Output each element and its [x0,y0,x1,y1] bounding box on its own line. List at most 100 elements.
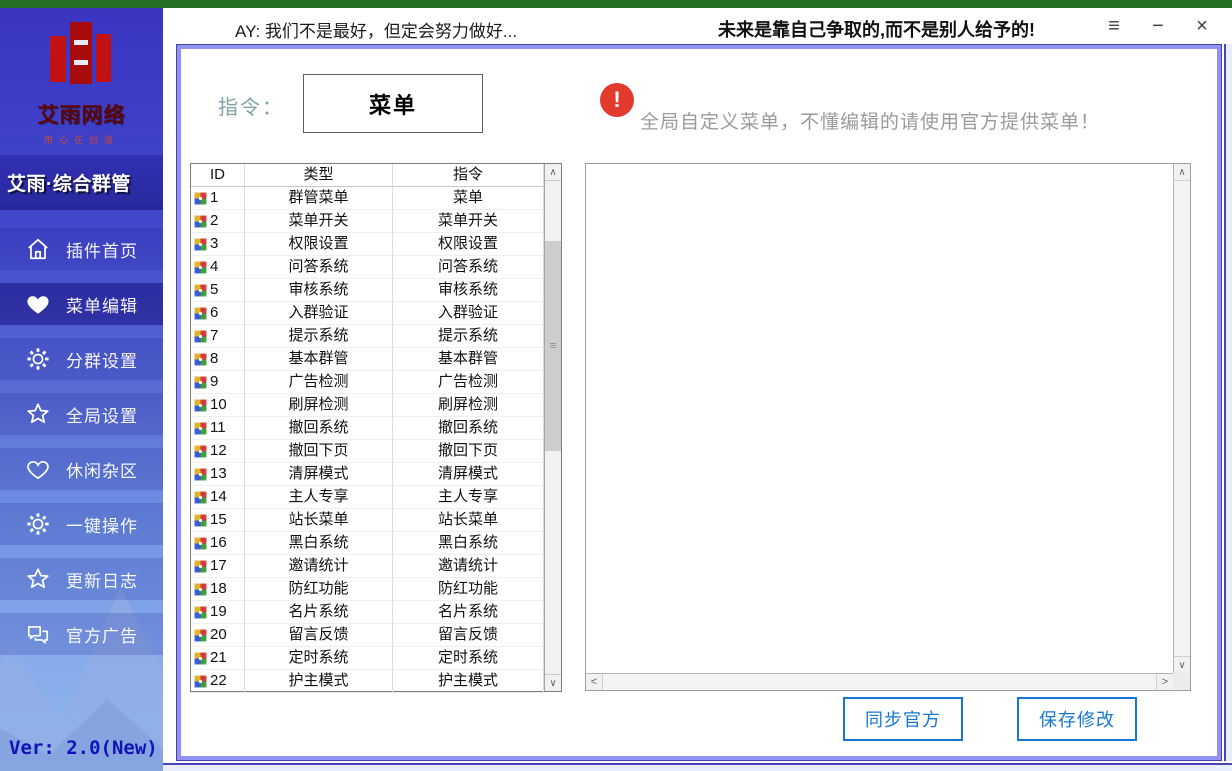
scroll-up-icon[interactable]: ∧ [545,164,561,181]
window-right-border [1222,8,1232,771]
table-row[interactable]: 20留言反馈留言反馈 [191,624,544,647]
sidebar-item-label: 全局设置 [66,402,138,427]
row-type: 权限设置 [245,233,393,256]
row-type: 刷屏检测 [245,394,393,417]
command-label: 指令： [218,91,284,120]
table-row[interactable]: 7提示系统提示系统 [191,325,544,348]
row-id-cell: 6 [191,302,245,325]
window-menu-button[interactable]: ≡ [1100,12,1128,40]
sidebar-item-一键操作[interactable]: 一键操作 [0,503,163,545]
table-row[interactable]: 12 撤回下页撤回下页 [191,440,544,463]
row-type: 问答系统 [245,256,393,279]
sidebar-item-菜单编辑[interactable]: 菜单编辑 [0,283,163,325]
sidebar-item-休闲杂区[interactable]: 休闲杂区 [0,448,163,490]
menu-editor: ∧ ∨ < > [585,163,1191,691]
editor-vertical-scrollbar[interactable]: ∧ ∨ [1173,164,1190,673]
row-command: 审核系统 [393,279,544,302]
close-button[interactable]: × [1188,12,1216,40]
row-type: 入群验证 [245,302,393,325]
table-row[interactable]: 19名片系统名片系统 [191,601,544,624]
sidebar: 艾雨网络 用心在创造 艾雨·综合群管 插件首页菜单编辑分群设置全局设置休闲杂区一… [0,8,163,771]
row-id-cell: 12 [191,440,245,463]
sidebar-item-更新日志[interactable]: 更新日志 [0,558,163,600]
scroll-down-icon[interactable]: ∨ [1174,656,1190,673]
sidebar-item-官方广告[interactable]: 官方广告 [0,613,163,655]
sync-official-button[interactable]: 同步官方 [843,697,963,741]
row-id: 16 [210,532,227,554]
table-row[interactable]: 8基本群管基本群管 [191,348,544,371]
row-id: 4 [210,256,218,278]
table-row[interactable]: 15 站长菜单站长菜单 [191,509,544,532]
table-row[interactable]: 16黑白系统黑白系统 [191,532,544,555]
row-id: 15 [210,509,227,531]
row-command: 撤回下页 [393,440,544,463]
sidebar-item-label: 休闲杂区 [66,457,138,482]
table-row[interactable]: 4 问答系统问答系统 [191,256,544,279]
table-row[interactable]: 13清屏模式清屏模式 [191,463,544,486]
row-type: 撤回下页 [245,440,393,463]
sidebar-item-分群设置[interactable]: 分群设置 [0,338,163,380]
row-command: 权限设置 [393,233,544,256]
row-command: 邀请统计 [393,555,544,578]
plugin-icon [194,192,207,205]
menu-editor-textarea[interactable] [587,165,1172,672]
scroll-down-icon[interactable]: ∨ [545,674,561,691]
table-row[interactable]: 11撤回系统撤回系统 [191,417,544,440]
row-id: 12 [210,440,227,462]
row-command: 问答系统 [393,256,544,279]
table-scrollbar-thumb[interactable]: ≡ [545,241,561,451]
table-row[interactable]: 18防红功能防红功能 [191,578,544,601]
table-header-row: ID类型指令 [191,164,544,187]
sidebar-item-全局设置[interactable]: 全局设置 [0,393,163,435]
editor-horizontal-scrollbar[interactable]: < > [586,673,1173,690]
home-icon [24,236,51,263]
row-id: 19 [210,601,227,623]
sidebar-item-插件首页[interactable]: 插件首页 [0,228,163,270]
command-value-box[interactable]: 菜单 [303,74,483,133]
table-scrollbar[interactable]: ∧ ≡ ∨ [544,164,561,691]
row-command: 撤回系统 [393,417,544,440]
plugin-icon [194,284,207,297]
plugin-icon [194,514,207,527]
row-id: 5 [210,279,218,301]
scroll-right-icon[interactable]: > [1156,674,1173,690]
sidebar-section-title-text: 艾雨·综合群管 [0,169,131,196]
table-row[interactable]: 1群管菜单菜单 [191,187,544,210]
row-command: 清屏模式 [393,463,544,486]
table-row[interactable]: 22护主模式护主模式 [191,670,544,693]
scroll-left-icon[interactable]: < [586,674,603,690]
row-id-cell: 16 [191,532,245,555]
sidebar-item-label: 插件首页 [66,237,138,262]
row-id-cell: 13 [191,463,245,486]
row-type: 护主模式 [245,670,393,693]
table-row[interactable]: 5审核系统审核系统 [191,279,544,302]
minimize-button[interactable]: − [1144,12,1172,40]
save-changes-button[interactable]: 保存修改 [1017,697,1137,741]
row-command: 站长菜单 [393,509,544,532]
scrollbar-corner [1173,673,1190,690]
row-command: 广告检测 [393,371,544,394]
sidebar-section-title: 艾雨·综合群管 [0,155,163,210]
scroll-up-icon[interactable]: ∧ [1174,164,1190,181]
row-command: 刷屏检测 [393,394,544,417]
plugin-icon [194,261,207,274]
row-type: 站长菜单 [245,509,393,532]
table-row[interactable]: 17邀请统计邀请统计 [191,555,544,578]
row-type: 清屏模式 [245,463,393,486]
logo-mark-icon [44,22,120,88]
table-row[interactable]: 3权限设置权限设置 [191,233,544,256]
row-id: 21 [210,647,227,669]
table-row[interactable]: 10刷屏检测刷屏检测 [191,394,544,417]
row-command: 名片系统 [393,601,544,624]
plugin-icon [194,376,207,389]
table-row[interactable]: 21定时系统定时系统 [191,647,544,670]
table-row[interactable]: 6入群验证入群验证 [191,302,544,325]
table-row[interactable]: 9广告检测广告检测 [191,371,544,394]
row-id-cell: 15 [191,509,245,532]
table-row[interactable]: 14主人专享主人专享 [191,486,544,509]
main-panel-border: 指令： 菜单 ! 全局自定义菜单，不懂编辑的请使用官方提供菜单！ ID类型指令1… [177,45,1221,760]
table-row[interactable]: 2菜单开关菜单开关 [191,210,544,233]
plugin-icon [194,353,207,366]
window-top-strip [0,0,1232,8]
logo-title: 艾雨网络 [0,99,163,129]
